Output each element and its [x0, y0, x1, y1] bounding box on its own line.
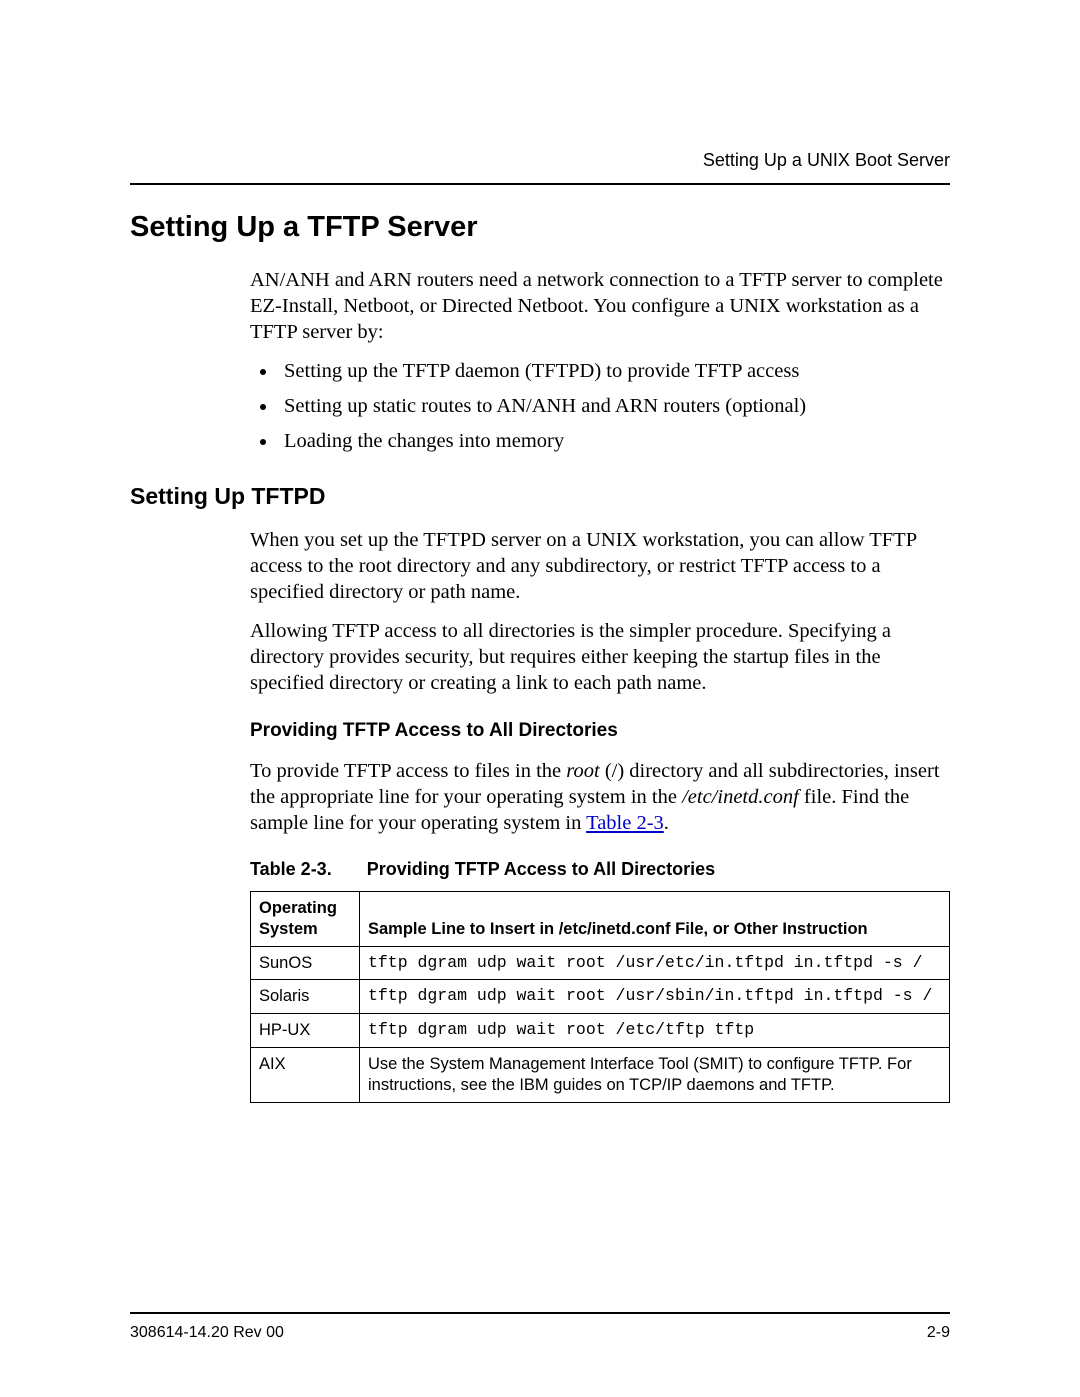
italic-file: /etc/inetd.conf	[682, 786, 799, 808]
table-caption-label: Table 2-3.	[250, 859, 332, 879]
table-row: Solaris tftp dgram udp wait root /usr/sb…	[251, 980, 950, 1014]
heading-1: Setting Up a TFTP Server	[130, 211, 950, 244]
bullet-item: Loading the changes into memory	[278, 429, 950, 455]
text-frag: .	[664, 812, 669, 834]
all-dirs-paragraph: To provide TFTP access to files in the r…	[250, 759, 950, 836]
footer-row: 308614-14.20 Rev 00 2-9	[130, 1324, 950, 1342]
table-caption-title: Providing TFTP Access to All Directories	[367, 859, 715, 879]
footer-rule	[130, 1312, 950, 1314]
col-header-os: Operating System	[251, 892, 360, 947]
table-row: HP-UX tftp dgram udp wait root /etc/tftp…	[251, 1014, 950, 1048]
footer-page-number: 2-9	[927, 1324, 950, 1342]
cell-line: tftp dgram udp wait root /etc/tftp tftp	[360, 1014, 950, 1048]
cell-os: HP-UX	[251, 1014, 360, 1048]
cell-os: AIX	[251, 1047, 360, 1102]
table-row: SunOS tftp dgram udp wait root /usr/etc/…	[251, 946, 950, 980]
table-row: AIX Use the System Management Interface …	[251, 1047, 950, 1102]
bullet-item: Setting up static routes to AN/ANH and A…	[278, 394, 950, 420]
intro-bullet-list: Setting up the TFTP daemon (TFTPD) to pr…	[250, 359, 950, 454]
footer-doc-id: 308614-14.20 Rev 00	[130, 1324, 284, 1342]
cell-line: tftp dgram udp wait root /usr/sbin/in.tf…	[360, 980, 950, 1014]
table-header-row: Operating System Sample Line to Insert i…	[251, 892, 950, 947]
running-header: Setting Up a UNIX Boot Server	[130, 150, 950, 171]
page: Setting Up a UNIX Boot Server Setting Up…	[0, 0, 1080, 1397]
tftpd-para-2: Allowing TFTP access to all directories …	[250, 619, 950, 696]
italic-root: root	[566, 760, 599, 782]
text-frag: To provide TFTP access to files in the	[250, 760, 566, 782]
tftpd-para-1: When you set up the TFTPD server on a UN…	[250, 528, 950, 605]
footer: 308614-14.20 Rev 00 2-9	[130, 1312, 950, 1342]
heading-2: Setting Up TFTPD	[130, 483, 950, 510]
cell-os: SunOS	[251, 946, 360, 980]
body-block-intro: AN/ANH and ARN routers need a network co…	[250, 268, 950, 455]
header-rule	[130, 183, 950, 185]
intro-paragraph: AN/ANH and ARN routers need a network co…	[250, 268, 950, 345]
col-header-line: Sample Line to Insert in /etc/inetd.conf…	[360, 892, 950, 947]
heading-3: Providing TFTP Access to All Directories	[250, 719, 950, 743]
cell-line: tftp dgram udp wait root /usr/etc/in.tft…	[360, 946, 950, 980]
cell-os: Solaris	[251, 980, 360, 1014]
table-caption: Table 2-3. Providing TFTP Access to All …	[250, 858, 950, 881]
body-block-tftpd: When you set up the TFTPD server on a UN…	[250, 528, 950, 1103]
table-2-3-link[interactable]: Table 2-3	[586, 812, 664, 834]
bullet-item: Setting up the TFTP daemon (TFTPD) to pr…	[278, 359, 950, 385]
tftp-access-table: Operating System Sample Line to Insert i…	[250, 891, 950, 1102]
cell-line: Use the System Management Interface Tool…	[360, 1047, 950, 1102]
